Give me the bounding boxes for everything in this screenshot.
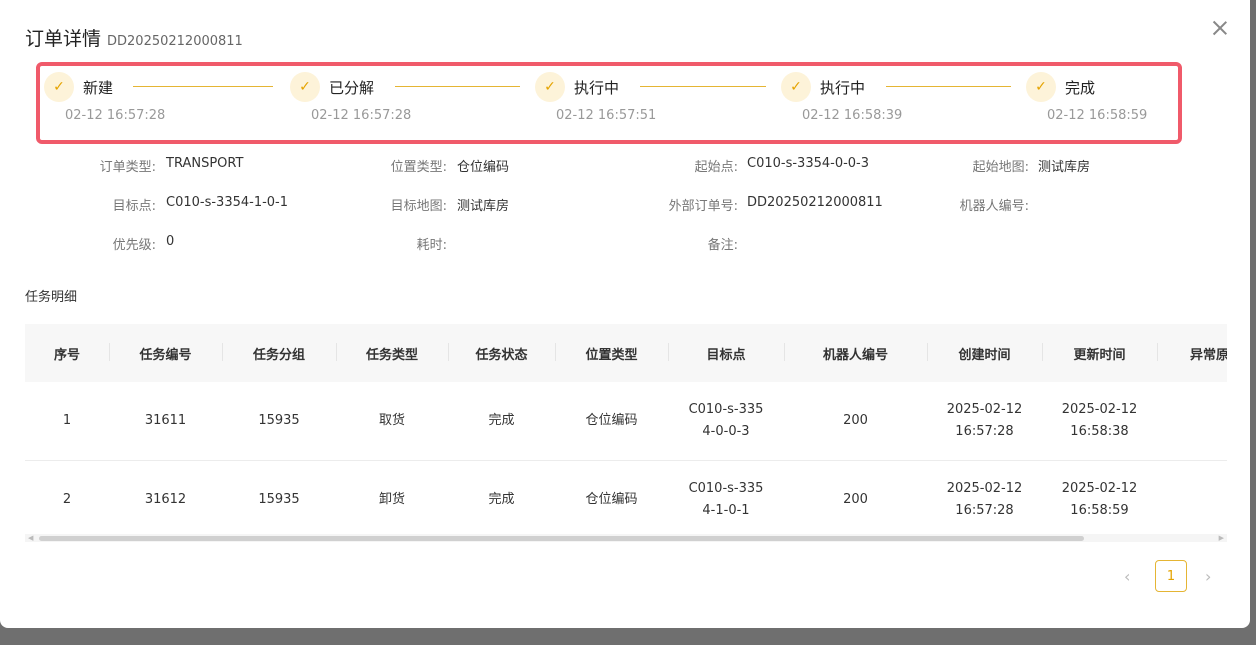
cell: C010-s-3354-1-0-1 (668, 460, 784, 540)
cell: 31611 (109, 382, 222, 461)
location-type-value: 仓位编码 (457, 160, 510, 175)
duration-label: 耗时: (416, 238, 447, 253)
start-point-value: C010-s-3354-0-0-3 (747, 156, 870, 171)
step-label: 新建 (83, 78, 114, 97)
cell: 2025-02-12 16:58:38 (1042, 382, 1157, 461)
modal-header: 订单详情 DD20250212000811 (25, 24, 243, 51)
cell: 完成 (448, 382, 555, 461)
step-time: 02-12 16:57:51 (556, 108, 657, 123)
cell: 2025-02-12 16:57:28 (927, 460, 1042, 540)
cell (1157, 460, 1227, 540)
cell: 15935 (222, 460, 336, 540)
step-label: 执行中 (574, 78, 620, 97)
cell: 31612 (109, 460, 222, 540)
target-point-label: 目标点: (112, 199, 156, 214)
external-order-value: DD20250212000811 (747, 195, 883, 210)
col-header: 异常原因 (1157, 324, 1227, 382)
check-icon: ✓ (1026, 72, 1056, 102)
start-map-label: 起始地图: (972, 160, 1029, 175)
modal-title: 订单详情 (25, 28, 102, 50)
scroll-thumb[interactable] (39, 536, 1084, 541)
remark-label: 备注: (707, 238, 738, 253)
col-header: 更新时间 (1042, 324, 1157, 382)
task-section-title: 任务明细 (25, 290, 78, 305)
cell: 仓位编码 (555, 382, 668, 461)
col-header: 任务状态 (448, 324, 555, 382)
col-header: 机器人编号 (784, 324, 927, 382)
order-progress-steps: ✓ 新建 02-12 16:57:28 ✓ 已分解 02-12 16:57:28… (36, 62, 1182, 144)
page-button-current[interactable]: 1 (1155, 560, 1187, 592)
step-connector (886, 86, 1011, 87)
start-point-label: 起始点: (694, 160, 738, 175)
location-type-label: 位置类型: (390, 160, 447, 175)
priority-label: 优先级: (112, 238, 156, 253)
col-header: 位置类型 (555, 324, 668, 382)
col-header: 任务类型 (336, 324, 448, 382)
step-time: 02-12 16:57:28 (65, 108, 166, 123)
table-row: 2 31612 15935 卸货 完成 仓位编码 C010-s-3354-1-0… (25, 460, 1227, 540)
step-connector (640, 86, 766, 87)
chevron-left-icon[interactable]: ‹ (1124, 567, 1130, 586)
task-table: 序号 任务编号 任务分组 任务类型 任务状态 位置类型 目标点 机器人编号 创建… (25, 324, 1227, 540)
step-executing-2: ✓ 执行中 02-12 16:58:39 (781, 72, 902, 123)
step-label: 完成 (1065, 78, 1096, 97)
col-header: 创建时间 (927, 324, 1042, 382)
step-time: 02-12 16:58:39 (802, 108, 903, 123)
robot-no-label: 机器人编号: (959, 199, 1029, 214)
table-row: 1 31611 15935 取货 完成 仓位编码 C010-s-3354-0-0… (25, 382, 1227, 461)
step-connector (133, 86, 273, 87)
step-connector (395, 86, 520, 87)
col-header: 目标点 (668, 324, 784, 382)
check-icon: ✓ (290, 72, 320, 102)
step-decomposed: ✓ 已分解 02-12 16:57:28 (290, 72, 411, 123)
cell: 仓位编码 (555, 460, 668, 540)
start-map-value: 测试库房 (1038, 160, 1091, 175)
col-header: 任务编号 (109, 324, 222, 382)
table-header-row: 序号 任务编号 任务分组 任务类型 任务状态 位置类型 目标点 机器人编号 创建… (25, 324, 1227, 382)
step-label: 执行中 (820, 78, 866, 97)
order-number: DD20250212000811 (107, 34, 243, 49)
cell: 2025-02-12 16:57:28 (927, 382, 1042, 461)
step-executing-1: ✓ 执行中 02-12 16:57:51 (535, 72, 656, 123)
scroll-right-icon[interactable]: ▶ (1219, 534, 1224, 542)
cell: 2025-02-12 16:58:59 (1042, 460, 1157, 540)
external-order-label: 外部订单号: (668, 199, 738, 214)
cell: 卸货 (336, 460, 448, 540)
check-icon: ✓ (535, 72, 565, 102)
check-icon: ✓ (44, 72, 74, 102)
step-time: 02-12 16:57:28 (311, 108, 412, 123)
order-detail-modal: 订单详情 DD20250212000811 ✓ 新建 02-12 16:57:2… (0, 0, 1250, 628)
cell: 200 (784, 460, 927, 540)
step-new: ✓ 新建 02-12 16:57:28 (44, 72, 165, 123)
cell: 200 (784, 382, 927, 461)
horizontal-scrollbar[interactable]: ◀ ▶ (25, 534, 1227, 542)
cell: 15935 (222, 382, 336, 461)
step-done: ✓ 完成 02-12 16:58:59 (1026, 72, 1147, 123)
cell: 1 (25, 382, 109, 461)
cell: 完成 (448, 460, 555, 540)
task-table-container: 序号 任务编号 任务分组 任务类型 任务状态 位置类型 目标点 机器人编号 创建… (25, 324, 1227, 544)
step-label: 已分解 (329, 78, 375, 97)
col-header: 序号 (25, 324, 109, 382)
order-type-label: 订单类型: (99, 160, 156, 175)
cell: C010-s-3354-0-0-3 (668, 382, 784, 461)
cell (1157, 382, 1227, 461)
order-type-value: TRANSPORT (166, 156, 244, 171)
priority-value: 0 (166, 234, 175, 249)
close-icon[interactable] (1210, 18, 1230, 38)
target-map-label: 目标地图: (390, 199, 447, 214)
target-map-value: 测试库房 (457, 199, 510, 214)
cell: 2 (25, 460, 109, 540)
col-header: 任务分组 (222, 324, 336, 382)
target-point-value: C010-s-3354-1-0-1 (166, 195, 289, 210)
step-time: 02-12 16:58:59 (1047, 108, 1148, 123)
cell: 取货 (336, 382, 448, 461)
chevron-right-icon[interactable]: › (1205, 567, 1211, 586)
check-icon: ✓ (781, 72, 811, 102)
scroll-left-icon[interactable]: ◀ (28, 534, 33, 542)
